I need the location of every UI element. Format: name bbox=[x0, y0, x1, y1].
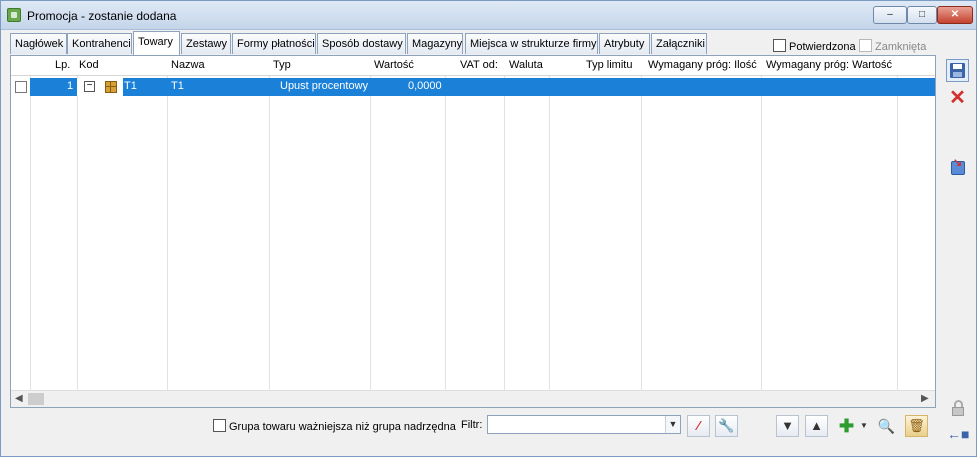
red-x-icon: ✕ bbox=[949, 87, 966, 109]
confirmed-checkbox[interactable]: Potwierdzona bbox=[773, 39, 856, 53]
tab-formy-platnosci[interactable]: Formy płatności bbox=[232, 33, 316, 54]
column-header-wartosc[interactable]: Wartość bbox=[374, 59, 414, 71]
closed-checkbox: Zamknięta bbox=[859, 39, 926, 53]
tab-kontrahenci[interactable]: Kontrahenci bbox=[67, 33, 132, 54]
column-header-typ-limitu[interactable]: Typ limitu bbox=[586, 59, 632, 71]
confirmed-label: Potwierdzona bbox=[789, 41, 856, 53]
save-button[interactable] bbox=[946, 59, 969, 82]
column-header-kod[interactable]: Kod bbox=[79, 59, 99, 71]
table-row[interactable]: 1 − T1 T1 Upust procentowy 0,0000 bbox=[11, 78, 935, 96]
scroll-thumb[interactable] bbox=[28, 393, 44, 405]
column-divider bbox=[549, 56, 550, 390]
column-header-lp[interactable]: Lp. bbox=[55, 59, 70, 71]
cell-typ: Upust procentowy bbox=[280, 80, 369, 92]
magnifier-icon: 🔍 bbox=[877, 418, 896, 434]
tab-naglowek[interactable]: Nagłówek bbox=[10, 33, 67, 54]
column-header-vat-od[interactable]: VAT od: bbox=[460, 59, 498, 71]
arrow-down-icon: ↘ bbox=[953, 157, 963, 169]
column-header-typ[interactable]: Typ bbox=[273, 59, 291, 71]
pin-icon: ←■ bbox=[947, 426, 970, 442]
group-priority-checkbox[interactable]: Grupa towaru ważniejsza niż grupa nadrzę… bbox=[213, 419, 456, 433]
title-bar: Promocja - zostanie dodana ‒ □ ✕ bbox=[1, 1, 976, 30]
column-divider bbox=[269, 56, 270, 390]
closed-checkbox-box bbox=[859, 39, 872, 52]
group-priority-label: Grupa towaru ważniejsza niż grupa nadrzę… bbox=[229, 421, 456, 433]
close-button[interactable]: ✕ bbox=[937, 6, 973, 24]
scroll-right-icon[interactable]: ▶ bbox=[921, 393, 929, 404]
column-header-nazwa[interactable]: Nazwa bbox=[171, 59, 205, 71]
column-divider bbox=[504, 56, 505, 390]
delete-button[interactable]: 🗑 bbox=[905, 415, 928, 437]
column-divider bbox=[370, 56, 371, 390]
confirmed-checkbox-box[interactable] bbox=[773, 39, 786, 52]
tab-zestawy[interactable]: Zestawy bbox=[181, 33, 231, 54]
promotion-icon bbox=[7, 8, 21, 22]
plus-icon: ✚ bbox=[838, 416, 855, 436]
collapse-icon[interactable]: − bbox=[84, 81, 95, 92]
items-grid[interactable]: Lp. Kod Nazwa Typ Wartość VAT od: Waluta… bbox=[11, 56, 935, 390]
cancel-button[interactable]: ✕ bbox=[946, 87, 969, 110]
grid-header: Lp. Kod Nazwa Typ Wartość VAT od: Waluta… bbox=[11, 56, 935, 76]
trash-icon: 🗑 bbox=[908, 418, 925, 433]
cell-kod: T1 bbox=[124, 80, 137, 92]
promotion-window: Promocja - zostanie dodana ‒ □ ✕ Nagłówe… bbox=[0, 0, 977, 457]
import-button[interactable]: ↘ bbox=[946, 154, 969, 177]
clear-filter-icon: ∕ bbox=[697, 418, 700, 433]
tab-magazyny[interactable]: Magazyny bbox=[407, 33, 463, 54]
filter-label: Filtr: bbox=[461, 419, 483, 431]
column-divider bbox=[445, 56, 446, 390]
horizontal-scrollbar[interactable]: ◀ ▶ bbox=[11, 390, 935, 407]
lock-button[interactable] bbox=[946, 397, 969, 420]
group-priority-checkbox-box[interactable] bbox=[213, 419, 226, 432]
tab-towary[interactable]: Towary bbox=[133, 31, 180, 55]
floppy-disk-icon bbox=[950, 63, 965, 78]
closed-label: Zamknięta bbox=[875, 41, 927, 53]
tab-sposob-dostawy[interactable]: Sposób dostawy bbox=[317, 33, 406, 54]
maximize-button[interactable]: □ bbox=[907, 6, 937, 24]
padlock-icon bbox=[952, 407, 964, 416]
window-title: Promocja - zostanie dodana bbox=[27, 9, 177, 23]
move-down-button[interactable]: ▼ bbox=[776, 415, 799, 437]
add-menu-chevron-icon[interactable]: ▼ bbox=[859, 415, 869, 437]
column-header-prog-wartosc[interactable]: Wymagany próg: Wartość bbox=[766, 59, 892, 71]
cell-wartosc: 0,0000 bbox=[408, 80, 442, 92]
column-divider bbox=[897, 56, 898, 390]
column-header-prog-ilosc[interactable]: Wymagany próg: Ilość bbox=[648, 59, 757, 71]
column-divider bbox=[641, 56, 642, 390]
cell-nazwa: T1 bbox=[171, 80, 184, 92]
scroll-left-icon[interactable]: ◀ bbox=[15, 393, 23, 404]
column-divider bbox=[30, 56, 31, 390]
pin-button[interactable]: ←■ bbox=[946, 423, 969, 446]
cell-lp: 1 bbox=[67, 80, 74, 92]
clear-filter-button[interactable]: ∕ bbox=[687, 415, 710, 437]
filter-combobox[interactable]: ▼ bbox=[487, 415, 681, 434]
filter-wizard-button[interactable]: 🔧 bbox=[715, 415, 738, 437]
zoom-button[interactable]: 🔍 bbox=[875, 415, 898, 437]
column-divider bbox=[167, 56, 168, 390]
chevron-down-icon[interactable]: ▼ bbox=[665, 416, 680, 433]
tab-zalaczniki[interactable]: Załączniki bbox=[651, 33, 707, 54]
column-divider bbox=[761, 56, 762, 390]
product-group-icon bbox=[105, 81, 117, 93]
row-checkbox[interactable] bbox=[15, 81, 27, 93]
move-down-icon: ▼ bbox=[781, 418, 794, 433]
items-panel: Lp. Kod Nazwa Typ Wartość VAT od: Waluta… bbox=[10, 55, 936, 408]
column-divider bbox=[77, 56, 78, 390]
column-header-waluta[interactable]: Waluta bbox=[509, 59, 543, 71]
move-up-button[interactable]: ▲ bbox=[805, 415, 828, 437]
move-up-icon: ▲ bbox=[810, 418, 823, 433]
tab-miejsca-w-strukturze-firmy[interactable]: Miejsca w strukturze firmy bbox=[465, 33, 598, 54]
add-button[interactable]: ✚ bbox=[835, 415, 858, 437]
minimize-button[interactable]: ‒ bbox=[873, 6, 907, 24]
filter-wizard-icon: 🔧 bbox=[718, 418, 735, 433]
tab-atrybuty[interactable]: Atrybuty bbox=[599, 33, 650, 54]
